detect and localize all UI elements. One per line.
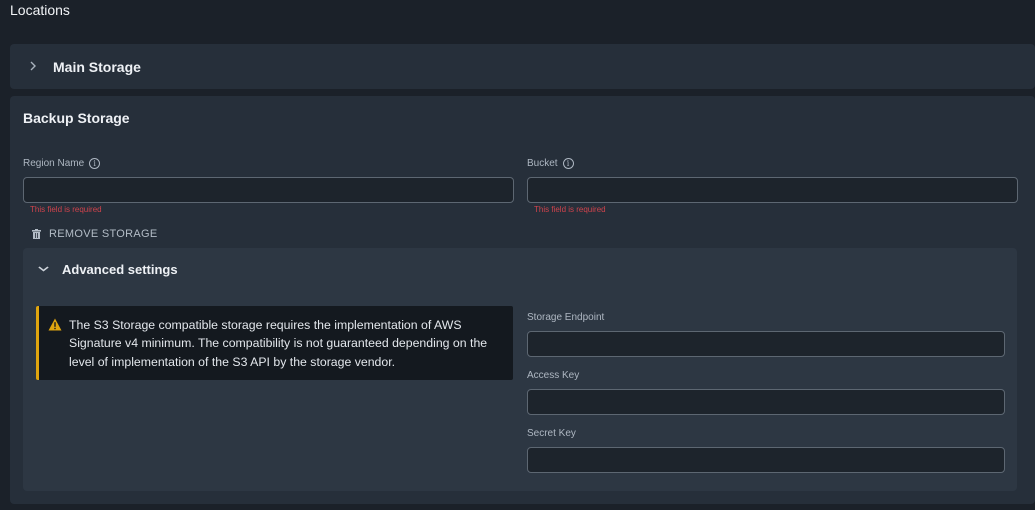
access-key-input[interactable] [527,389,1005,415]
info-icon[interactable]: i [89,158,101,169]
advanced-settings-panel: Advanced settings The S3 Storage compati… [23,248,1017,491]
remove-storage-button[interactable]: REMOVE STORAGE [32,228,158,240]
bucket-label: Bucket i [527,158,574,169]
backup-storage-panel: Backup Storage Region Name i This field … [10,96,1035,504]
access-key-label: Access Key [527,370,579,381]
storage-endpoint-label-text: Storage Endpoint [527,312,605,323]
storage-endpoint-input[interactable] [527,331,1005,357]
region-name-label: Region Name i [23,158,101,169]
chevron-down-icon [38,264,50,275]
access-key-label-text: Access Key [527,370,580,381]
bucket-input[interactable] [527,177,1018,203]
bucket-error: This field is required [534,205,606,214]
warning-message: The S3 Storage compatible storage requir… [69,318,488,369]
trash-icon [32,229,41,239]
main-storage-title: Main Storage [53,58,141,75]
secret-key-input[interactable] [527,447,1005,473]
s3-warning-alert: The S3 Storage compatible storage requir… [36,306,513,380]
warning-icon [48,318,62,331]
backup-storage-title: Backup Storage [23,110,130,126]
region-name-error: This field is required [30,205,102,214]
page-title: Locations [10,2,70,18]
region-name-input[interactable] [23,177,514,203]
remove-storage-label: REMOVE STORAGE [49,228,158,240]
advanced-settings-title: Advanced settings [62,262,178,277]
secret-key-label: Secret Key [527,428,576,439]
advanced-settings-toggle[interactable]: Advanced settings [38,262,178,277]
info-icon[interactable]: i [562,158,574,169]
chevron-right-icon [29,60,39,74]
region-name-label-text: Region Name [23,158,85,169]
main-storage-panel[interactable]: Main Storage [10,44,1035,89]
storage-endpoint-label: Storage Endpoint [527,312,604,323]
bucket-label-text: Bucket [527,158,558,169]
secret-key-label-text: Secret Key [527,428,576,439]
